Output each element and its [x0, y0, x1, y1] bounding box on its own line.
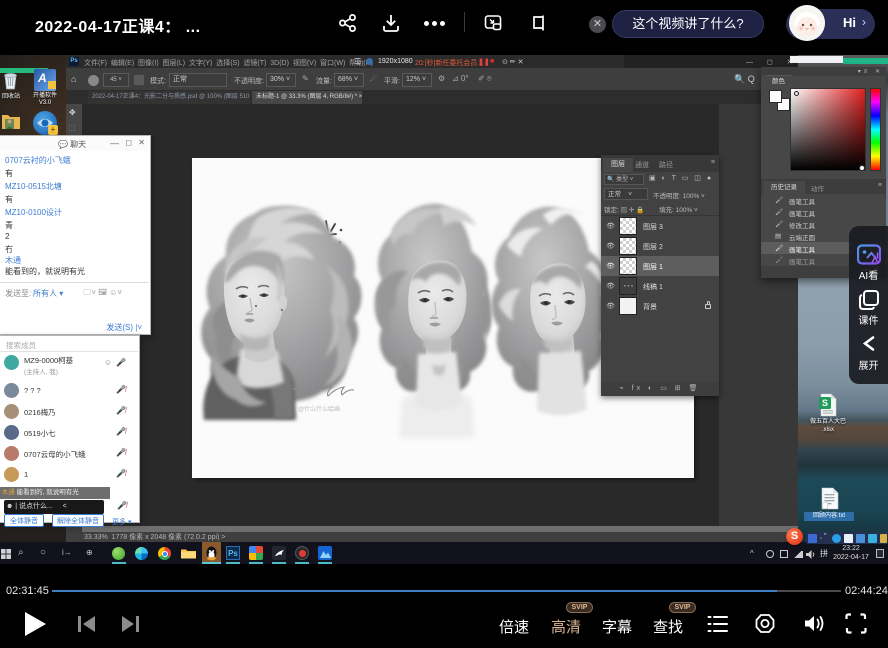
svg-text:@什么什么绘画: @什么什么绘画 — [298, 405, 340, 413]
svg-text:S: S — [822, 398, 828, 408]
